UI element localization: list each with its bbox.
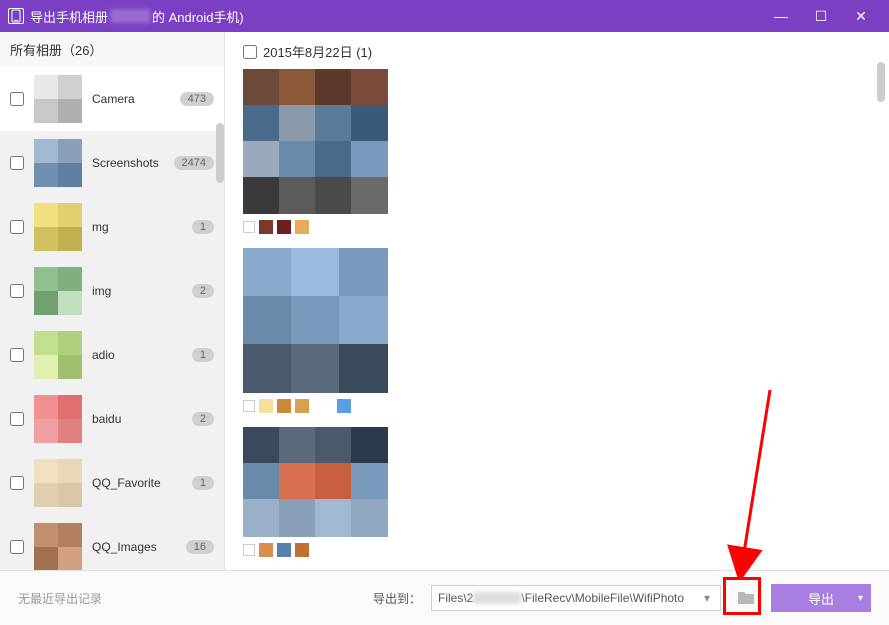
color-swatch [277,399,291,413]
date-label: 2015年8月22日 (1) [263,42,372,61]
color-swatch [337,399,351,413]
photo-item[interactable] [243,248,871,413]
color-swatch [295,220,309,234]
chevron-down-icon: ▾ [858,593,863,604]
album-name: adio [92,348,182,362]
color-swatch [259,399,273,413]
minimize-button[interactable]: — [761,0,801,32]
export-to-label: 导出到： [373,590,421,607]
color-swatch [259,543,273,557]
export-button[interactable]: 导出 ▾ [771,584,871,612]
color-strip [243,543,871,557]
album-count-badge: 1 [192,220,214,234]
album-checkbox[interactable] [10,476,24,490]
photo-checkbox[interactable] [243,544,255,556]
album-count-badge: 2 [192,412,214,426]
date-group-header[interactable]: 2015年8月22日 (1) [243,42,871,61]
album-item[interactable]: QQ_Favorite 1 [0,451,224,515]
album-checkbox[interactable] [10,156,24,170]
main-panel: 2015年8月22日 (1) [225,32,889,570]
blurred-text [110,9,150,23]
color-swatch [295,543,309,557]
browse-folder-button[interactable] [731,583,761,613]
album-item[interactable]: img 2 [0,259,224,323]
album-item[interactable]: baidu 2 [0,387,224,451]
album-checkbox[interactable] [10,540,24,554]
album-name: QQ_Favorite [92,476,182,490]
album-checkbox[interactable] [10,284,24,298]
album-count-badge: 473 [180,92,214,106]
album-name: Camera [92,92,170,106]
window-title: 导出手机相册的 Android手机) [30,7,761,26]
recent-export-label: 无最近导出记录 [18,590,102,607]
album-item[interactable]: mg 1 [0,195,224,259]
album-count-badge: 2 [192,284,214,298]
album-thumbnail [34,139,82,187]
album-checkbox[interactable] [10,412,24,426]
album-count-badge: 1 [192,476,214,490]
photo-thumbnail[interactable] [243,248,388,393]
album-thumbnail [34,75,82,123]
album-item[interactable]: Screenshots 2474 [0,131,224,195]
color-strip [243,399,871,413]
album-list[interactable]: Camera 473 Screenshots 2474 mg 1 img 2 adio 1 baid… [0,67,224,570]
album-checkbox[interactable] [10,220,24,234]
photo-content[interactable]: 2015年8月22日 (1) [225,32,889,570]
album-count-badge: 16 [186,540,214,554]
album-thumbnail [34,331,82,379]
blurred-text [473,592,521,604]
album-thumbnail [34,459,82,507]
album-name: baidu [92,412,182,426]
path-dropdown-icon[interactable]: ▾ [700,591,714,605]
footer: 无最近导出记录 导出到： Files\2\FileRecv\MobileFile… [0,570,889,625]
photo-item[interactable] [243,69,871,234]
sidebar-header: 所有相册（26） [0,32,224,67]
color-swatch [277,543,291,557]
maximize-button[interactable]: ☐ [801,0,841,32]
phone-icon [8,8,24,24]
color-swatch [295,399,309,413]
album-item[interactable]: adio 1 [0,323,224,387]
main-scrollbar[interactable] [877,62,885,102]
album-thumbnail [34,523,82,570]
album-item[interactable]: Camera 473 [0,67,224,131]
album-name: mg [92,220,182,234]
date-checkbox[interactable] [243,45,257,59]
photo-checkbox[interactable] [243,221,255,233]
sidebar: 所有相册（26） Camera 473 Screenshots 2474 mg 1 img 2… [0,32,225,570]
album-count-badge: 1 [192,348,214,362]
album-name: img [92,284,182,298]
close-button[interactable]: ✕ [841,0,881,32]
album-item[interactable]: QQ_Images 16 [0,515,224,570]
album-thumbnail [34,395,82,443]
photo-item[interactable] [243,427,871,557]
sidebar-scrollbar[interactable] [216,123,224,183]
photo-thumbnail[interactable] [243,427,388,537]
album-name: QQ_Images [92,540,176,554]
color-swatch [259,220,273,234]
album-checkbox[interactable] [10,92,24,106]
album-name: Screenshots [92,156,164,170]
export-path-input[interactable]: Files\2\FileRecv\MobileFile\WifiPhoto ▾ [431,585,721,611]
titlebar: 导出手机相册的 Android手机) — ☐ ✕ [0,0,889,32]
album-thumbnail [34,267,82,315]
color-strip [243,220,871,234]
album-count-badge: 2474 [174,156,214,170]
album-thumbnail [34,203,82,251]
album-checkbox[interactable] [10,348,24,362]
photo-checkbox[interactable] [243,400,255,412]
photo-thumbnail[interactable] [243,69,388,214]
color-swatch [277,220,291,234]
